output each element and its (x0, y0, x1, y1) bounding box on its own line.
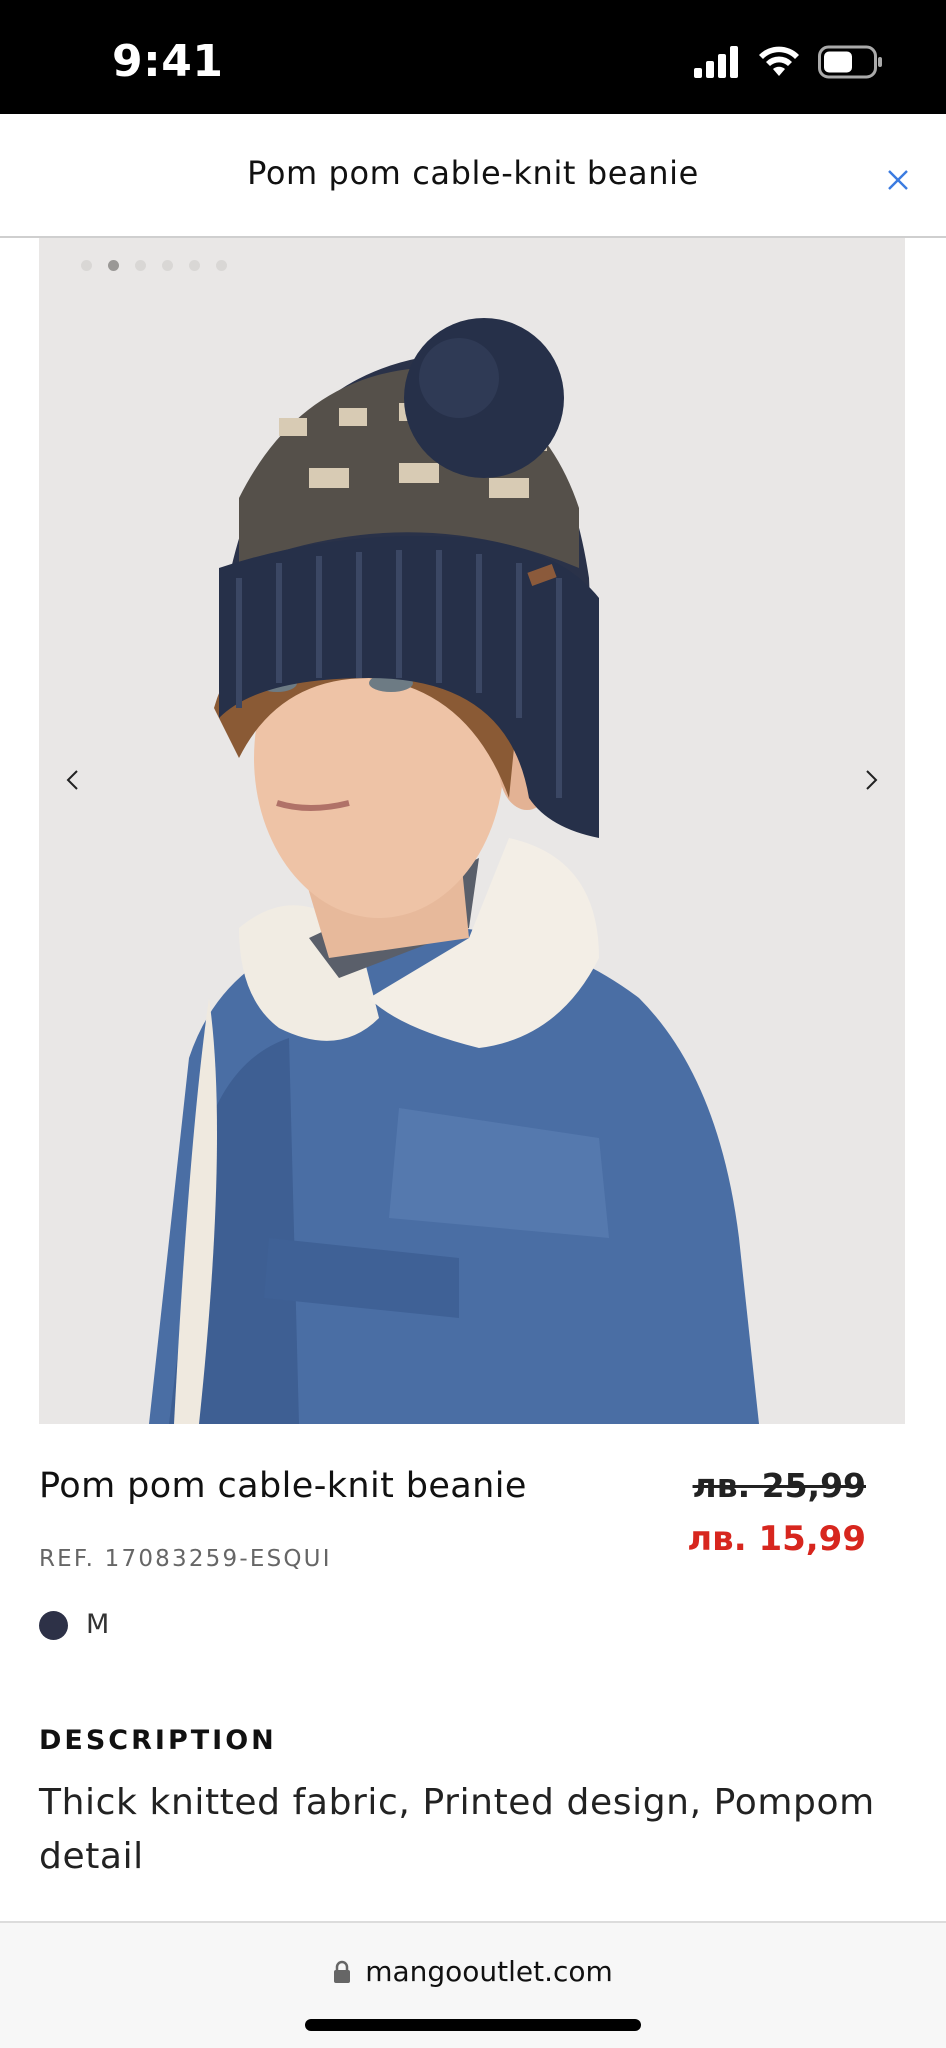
description-heading: DESCRIPTION (39, 1725, 277, 1756)
original-price: лв. 25,99 (692, 1466, 866, 1505)
status-time: 9:41 (112, 36, 224, 87)
page-title: Pom pom cable-knit beanie (247, 154, 699, 192)
gallery-dot-active[interactable] (108, 260, 119, 271)
close-icon (888, 170, 908, 190)
previous-image-button[interactable] (51, 758, 95, 802)
description-text: Thick knitted fabric, Printed design, Po… (39, 1782, 875, 1877)
chevron-right-icon (866, 770, 878, 790)
product-title: Pom pom cable-knit beanie (39, 1466, 527, 1506)
product-page: 9:41 Pom pom cable-knit beanie Pom pom c… (0, 0, 946, 2048)
gallery-dot[interactable] (216, 260, 227, 271)
wifi-icon (759, 46, 799, 76)
next-image-button[interactable] (849, 758, 893, 802)
home-indicator[interactable] (305, 2019, 641, 2031)
status-bar: 9:41 (0, 0, 946, 114)
gallery-dot[interactable] (162, 260, 173, 271)
browser-address-bar[interactable]: mangooutlet.com (0, 1921, 946, 2048)
status-icons (694, 44, 884, 80)
product-photo (39, 238, 905, 1424)
gallery-pagination (81, 260, 227, 271)
product-image-gallery[interactable] (39, 238, 905, 1424)
gallery-dot[interactable] (81, 260, 92, 271)
page-header: Pom pom cable-knit beanie (0, 114, 946, 238)
signal-icon (694, 46, 738, 78)
gallery-dot[interactable] (189, 260, 200, 271)
lock-icon (334, 1960, 351, 1983)
battery-icon (818, 45, 882, 79)
gallery-dot[interactable] (135, 260, 146, 271)
url-display[interactable]: mangooutlet.com (0, 1955, 946, 1988)
chevron-left-icon (66, 770, 78, 790)
product-reference: REF. 17083259-ESQUI (39, 1546, 332, 1572)
close-button[interactable] (876, 158, 920, 202)
size-label[interactable]: M (86, 1609, 109, 1640)
sale-price: лв. 15,99 (687, 1519, 866, 1559)
color-swatch[interactable] (39, 1611, 68, 1640)
url-text: mangooutlet.com (365, 1955, 613, 1988)
